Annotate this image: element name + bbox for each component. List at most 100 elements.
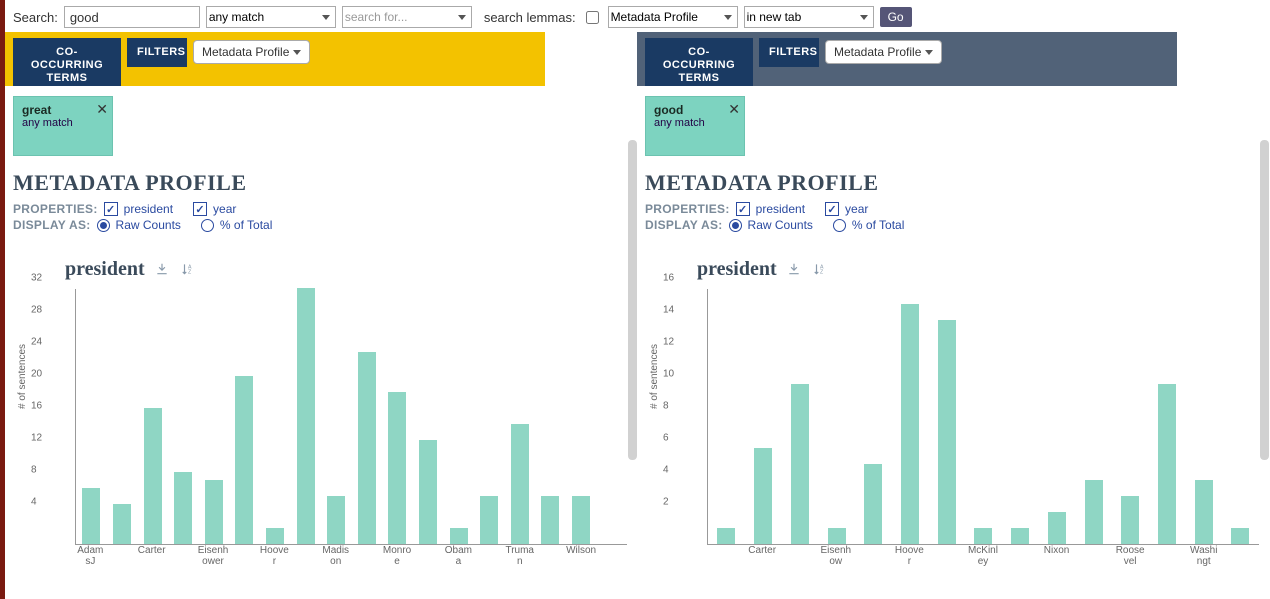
prop-president-label[interactable]: president xyxy=(756,202,805,216)
chart-xlabel xyxy=(167,546,198,567)
chart-bar xyxy=(864,464,882,544)
chart-bar xyxy=(327,496,345,544)
profile-select[interactable]: Metadata Profile xyxy=(608,6,738,28)
chart-xlabel: Obama xyxy=(443,546,474,567)
chart-ytick: 20 xyxy=(31,369,42,380)
chart-xlabel: Monroe xyxy=(382,546,413,567)
chart-xlabel: Wilson xyxy=(566,546,597,567)
chart-bar xyxy=(511,424,529,544)
chart-xlabel xyxy=(1225,546,1257,567)
chart-bar xyxy=(901,304,919,544)
term-chip: great any match ✕ xyxy=(13,96,113,156)
chart-bar xyxy=(717,528,735,544)
chart-xlabel: Nixon xyxy=(1041,546,1073,567)
chart-bar xyxy=(828,528,846,544)
chip-subtitle: any match xyxy=(654,117,736,129)
chart-xlabel: McKinley xyxy=(967,546,999,567)
chart-ytick: 4 xyxy=(663,465,669,476)
tab-filters[interactable]: FILTERS xyxy=(127,38,187,67)
chart-xlabel xyxy=(106,546,137,567)
prop-year-label[interactable]: year xyxy=(213,202,236,216)
prop-year-label[interactable]: year xyxy=(845,202,868,216)
chart-bar xyxy=(235,376,253,544)
chart-xlabel xyxy=(290,546,321,567)
chart-ytick: 8 xyxy=(31,465,37,476)
chart-xlabel xyxy=(1151,546,1183,567)
search-label: Search: xyxy=(13,10,58,25)
display-raw-label[interactable]: Raw Counts xyxy=(116,218,181,232)
chart-bar xyxy=(1011,528,1029,544)
chart-xlabel xyxy=(596,546,627,567)
chart-bar xyxy=(791,384,809,544)
chart-xlabel xyxy=(351,546,382,567)
chart-xlabel: Eisenhower xyxy=(198,546,229,567)
chip-close-icon[interactable]: ✕ xyxy=(96,101,108,118)
search-for-select[interactable]: search for... xyxy=(342,6,472,28)
lemmas-label: search lemmas: xyxy=(484,10,576,25)
display-raw-radio[interactable] xyxy=(97,219,110,232)
prop-year-checkbox[interactable] xyxy=(825,202,839,216)
chart-ytick: 2 xyxy=(663,497,669,508)
chart-ytick: 4 xyxy=(31,497,37,508)
chart: president AZ # of sentences AdamsJCarter… xyxy=(5,258,637,569)
chip-close-icon[interactable]: ✕ xyxy=(728,101,740,118)
term-chip: good any match ✕ xyxy=(645,96,745,156)
lemmas-checkbox[interactable] xyxy=(586,11,599,24)
chart-plot: # of sentences CarterEisenhowHooverMcKin… xyxy=(685,289,1269,569)
chart-ytick: 28 xyxy=(31,305,42,316)
match-mode-select[interactable]: any match xyxy=(206,6,336,28)
chart-sort-icon[interactable]: AZ xyxy=(181,262,197,278)
chart-xlabel xyxy=(1077,546,1109,567)
chart-ytick: 6 xyxy=(663,433,669,444)
svg-text:Z: Z xyxy=(188,269,192,275)
chart-bar xyxy=(1195,480,1213,544)
chart-xlabel: Hoover xyxy=(259,546,290,567)
chart-title: president xyxy=(65,258,145,281)
display-pct-label[interactable]: % of Total xyxy=(220,218,272,232)
prop-president-checkbox[interactable] xyxy=(736,202,750,216)
chart-bar xyxy=(266,528,284,544)
chart-ytick: 24 xyxy=(31,337,42,348)
display-raw-label[interactable]: Raw Counts xyxy=(748,218,813,232)
tab-filters[interactable]: FILTERS xyxy=(759,38,819,67)
go-button[interactable]: Go xyxy=(880,7,912,27)
pane-left: CO-OCCURRING TERMS FILTERS Metadata Prof… xyxy=(5,32,637,599)
chart-ytick: 12 xyxy=(663,337,674,348)
chip-term: great xyxy=(22,103,104,117)
chart-xlabel: Roosevel xyxy=(1114,546,1146,567)
chart-xlabel xyxy=(228,546,259,567)
prop-president-label[interactable]: president xyxy=(124,202,173,216)
chart-title: president xyxy=(697,258,777,281)
chip-subtitle: any match xyxy=(22,117,104,129)
chart-bar xyxy=(541,496,559,544)
view-select[interactable]: Metadata Profile xyxy=(825,40,942,64)
properties-label: PROPERTIES: xyxy=(13,202,98,216)
chart-xlabel xyxy=(709,546,741,567)
chart: president AZ # of sentences CarterEisenh… xyxy=(637,258,1269,569)
target-select[interactable]: in new tab xyxy=(744,6,874,28)
chart-xlabel: Eisenhow xyxy=(820,546,852,567)
chart-ytick: 32 xyxy=(31,273,42,284)
chart-download-icon[interactable] xyxy=(787,262,803,278)
chart-sort-icon[interactable]: AZ xyxy=(813,262,829,278)
chart-ytick: 16 xyxy=(663,273,674,284)
prop-president-checkbox[interactable] xyxy=(104,202,118,216)
display-label: DISPLAY AS: xyxy=(13,218,91,232)
chart-bar xyxy=(82,488,100,544)
chart-bar xyxy=(113,504,131,544)
display-pct-radio[interactable] xyxy=(201,219,214,232)
search-bar: Search: any match search for... search l… xyxy=(5,0,1270,32)
search-input[interactable] xyxy=(64,6,200,28)
chart-xlabel xyxy=(783,546,815,567)
display-pct-label[interactable]: % of Total xyxy=(852,218,904,232)
chart-bar xyxy=(174,472,192,544)
chart-download-icon[interactable] xyxy=(155,262,171,278)
chart-bar xyxy=(1085,480,1103,544)
view-select[interactable]: Metadata Profile xyxy=(193,40,310,64)
chart-xlabel xyxy=(535,546,566,567)
display-raw-radio[interactable] xyxy=(729,219,742,232)
prop-year-checkbox[interactable] xyxy=(193,202,207,216)
chart-bar xyxy=(297,288,315,544)
chart-ylabel: # of sentences xyxy=(649,344,660,409)
display-pct-radio[interactable] xyxy=(833,219,846,232)
